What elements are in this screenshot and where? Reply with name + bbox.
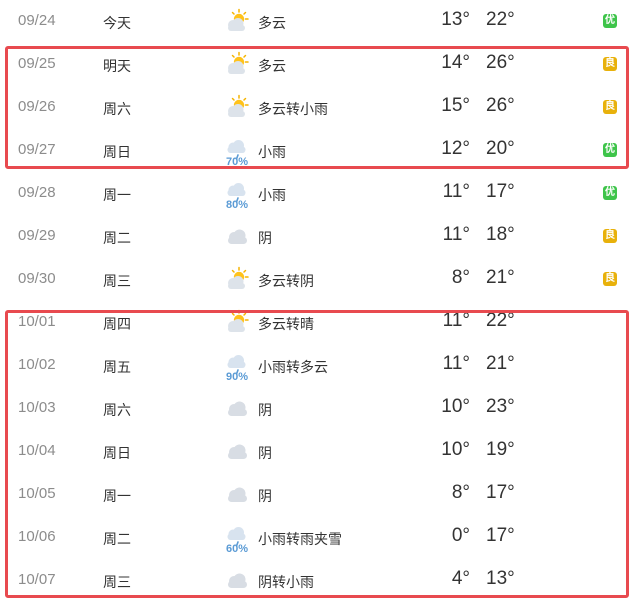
forecast-weekday: 周二	[103, 230, 131, 246]
forecast-row: 09/24 今天 多云 13° 22° 优	[0, 0, 635, 43]
forecast-date: 09/24	[18, 12, 56, 29]
partly-cloudy-icon	[224, 8, 250, 34]
high-temp: 22°	[486, 9, 515, 30]
weather-condition: 多云	[258, 15, 286, 31]
aqi-badge: 优	[603, 186, 617, 200]
low-temp: 8°	[451, 267, 470, 288]
weather-condition: 阴	[258, 230, 272, 246]
aqi-badge: 良	[603, 272, 617, 286]
forecast-weekday: 周三	[103, 273, 131, 289]
overcast-icon	[224, 223, 250, 249]
forecast-date: 09/29	[18, 227, 56, 244]
forecast-row: 09/28 周一 80% 小雨 11° 17° 优	[0, 172, 635, 215]
low-temp: 13°	[441, 9, 470, 30]
high-temp: 17°	[486, 181, 515, 202]
weather-condition: 小雨	[258, 187, 286, 203]
forecast-date: 09/28	[18, 184, 56, 201]
aqi-badge: 优	[603, 14, 617, 28]
precip-probability: 80%	[225, 199, 249, 211]
low-temp: 11°	[442, 181, 470, 202]
forecast-weekday: 周一	[103, 187, 131, 203]
highlight-box-2	[5, 310, 629, 598]
forecast-row: 09/30 周三 多云转阴 8° 21° 良	[0, 258, 635, 301]
forecast-weekday: 今天	[103, 15, 131, 31]
forecast-row: 09/29 周二 阴 11° 18° 良	[0, 215, 635, 258]
weather-condition: 多云转阴	[258, 273, 314, 289]
aqi-badge: 良	[603, 229, 617, 243]
partly-cloudy-icon	[224, 266, 250, 292]
high-temp: 18°	[486, 224, 515, 245]
high-temp: 21°	[486, 267, 515, 288]
highlight-box-1	[5, 46, 629, 169]
forecast-date: 09/30	[18, 270, 56, 287]
low-temp: 11°	[442, 224, 470, 245]
